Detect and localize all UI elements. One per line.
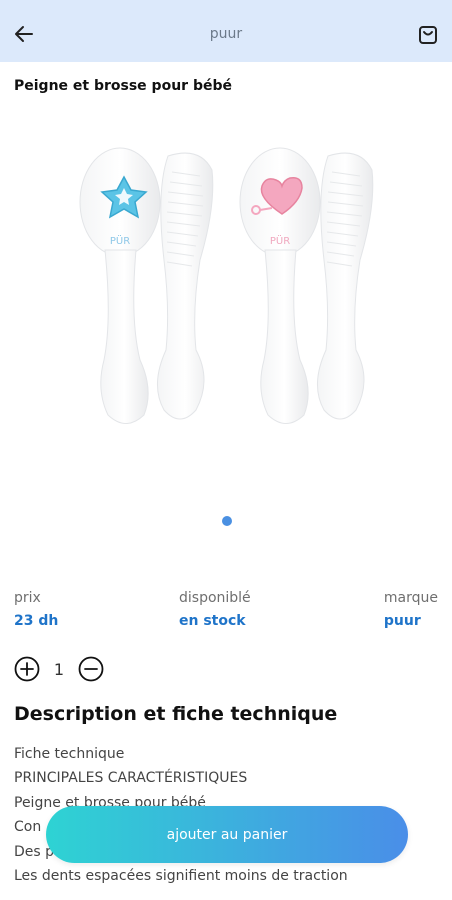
price-value: 23 dh	[14, 613, 59, 629]
brand-mark-pink: PÜR	[270, 234, 290, 247]
product-title: Peigne et brosse pour bébé	[14, 78, 232, 94]
comb-left	[156, 152, 214, 420]
quantity-stepper: 1	[14, 656, 104, 682]
pink-brush: PÜR	[239, 147, 321, 424]
description-title: Description et fiche technique	[14, 703, 338, 725]
description-line: Fiche technique	[14, 746, 125, 762]
comb-right	[316, 152, 374, 420]
quantity-value: 1	[53, 659, 65, 679]
add-to-cart-label: ajouter au panier	[166, 826, 288, 843]
availability-label: disponiblé	[179, 590, 251, 606]
brand-label: marque	[383, 590, 438, 606]
minus-circle-icon[interactable]	[78, 656, 104, 682]
availability-block: disponiblé en stock	[179, 590, 251, 629]
add-to-cart-button[interactable]: ajouter au panier	[46, 806, 408, 863]
brand-mark-blue: PÜR	[110, 234, 130, 247]
description-line: PRINCIPALES CARACTÉRISTIQUES	[14, 770, 248, 787]
description-line: Les dents espacées signifient moins de t…	[14, 868, 348, 885]
plus-circle-icon[interactable]	[14, 656, 40, 682]
blue-brush: PÜR	[79, 147, 161, 424]
product-image[interactable]: PÜR PÜR	[0, 110, 452, 510]
shopping-bag-icon[interactable]	[416, 23, 440, 47]
availability-value: en stock	[179, 613, 246, 629]
app-bar: puur	[0, 0, 452, 62]
price-label: prix	[14, 590, 41, 606]
brand-block: marque puur	[384, 590, 438, 629]
carousel-indicator[interactable]	[222, 516, 232, 526]
app-bar-title: puur	[209, 26, 243, 42]
price-block: prix 23 dh	[14, 590, 58, 629]
brand-value: puur	[383, 613, 421, 629]
